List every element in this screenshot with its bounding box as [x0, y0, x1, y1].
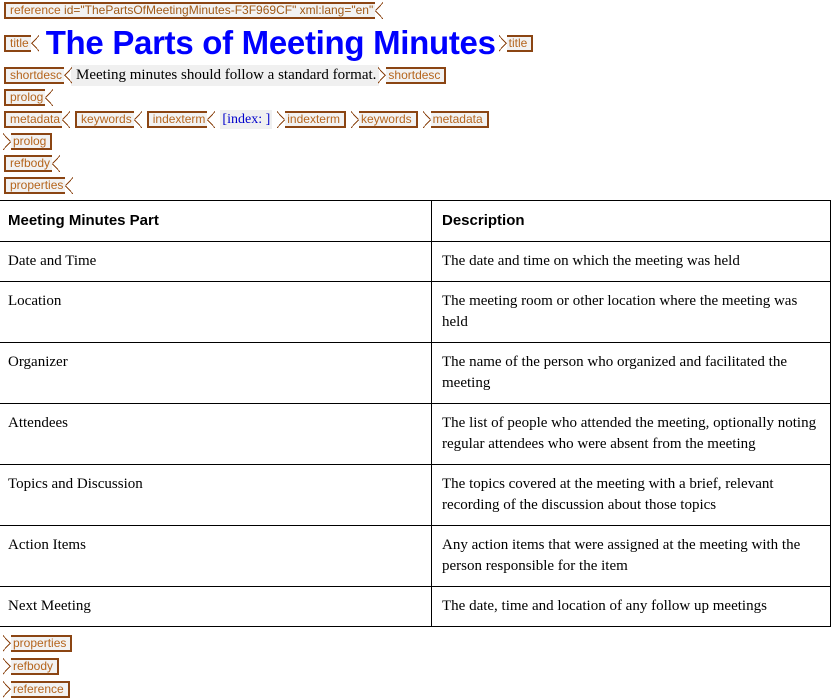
tag-arrow-icon [64, 68, 72, 82]
metadata-open-tag[interactable]: metadata [4, 111, 71, 128]
indexterm-open-tag-label: indexterm [152, 112, 206, 126]
properties-close-tag[interactable]: properties [2, 634, 73, 652]
cell-description[interactable]: The topics covered at the meeting with a… [431, 464, 831, 526]
reference-open-tag-row: reference id="ThePartsOfMeetingMinutes-F… [0, 0, 835, 21]
table-row: Next Meeting The date, time and location… [0, 586, 831, 627]
metadata-close-tag-label: metadata [432, 112, 483, 126]
table-row: Location The meeting room or other locat… [0, 281, 831, 343]
title-close-tag-label: title [508, 35, 528, 50]
reference-close-tag-label: reference [13, 681, 64, 696]
table-row: Organizer The name of the person who org… [0, 342, 831, 404]
tag-arrow-icon [65, 179, 73, 192]
title-close-tag[interactable]: title [498, 34, 534, 52]
cell-part[interactable]: Organizer [0, 342, 432, 404]
prolog-open-tag[interactable]: prolog [4, 89, 54, 106]
cell-part[interactable]: Date and Time [0, 241, 432, 282]
cell-part[interactable]: Location [0, 281, 432, 343]
index-marker-text[interactable]: [index: ] [220, 110, 273, 129]
tag-arrow-icon [62, 113, 70, 126]
indexterm-open-tag[interactable]: indexterm [146, 111, 216, 128]
refbody-close-tag-row: refbody [0, 655, 835, 677]
closing-tags-group: properties refbody reference [0, 632, 835, 700]
indexterm-close-tag-label: indexterm [287, 112, 340, 126]
reference-tag-label: reference [10, 3, 61, 17]
tag-arrow-icon [375, 4, 383, 17]
properties-close-tag-row: properties [0, 632, 835, 654]
cell-part[interactable]: Topics and Discussion [0, 464, 432, 526]
prolog-open-tag-label: prolog [10, 90, 44, 104]
keywords-open-tag-label: keywords [81, 112, 132, 126]
cell-description[interactable]: The date, time and location of any follo… [431, 586, 831, 627]
cell-description[interactable]: The date and time on which the meeting w… [431, 241, 831, 282]
reference-close-tag[interactable]: reference [3, 680, 70, 698]
table-row: Date and Time The date and time on which… [0, 241, 831, 282]
metadata-row: metadata keywords indexterm [index: ] in… [0, 109, 835, 130]
prolog-close-tag-label: prolog [13, 134, 47, 148]
metadata-close-tag[interactable]: metadata [422, 111, 489, 128]
title-open-tag-label: title [10, 35, 29, 50]
metadata-open-tag-label: metadata [10, 112, 61, 126]
table-row: Action Items Any action items that were … [0, 525, 831, 587]
properties-open-tag[interactable]: properties [4, 177, 74, 194]
tag-arrow-icon [207, 113, 215, 126]
reference-tag-attributes: id="ThePartsOfMeetingMinutes-F3F969CF" x… [64, 3, 374, 17]
table-header-row: Meeting Minutes Part Description [0, 200, 831, 242]
column-header-part: Meeting Minutes Part [0, 200, 432, 242]
title-open-tag[interactable]: title [4, 34, 39, 52]
prolog-close-tag[interactable]: prolog [2, 133, 53, 150]
indexterm-close-tag[interactable]: indexterm [277, 111, 346, 128]
table-row: Attendees The list of people who attende… [0, 403, 831, 465]
shortdesc-row: shortdesc Meeting minutes should follow … [0, 64, 835, 86]
keywords-close-tag-label: keywords [360, 112, 412, 126]
keywords-close-tag[interactable]: keywords [350, 111, 418, 128]
cell-part[interactable]: Attendees [0, 403, 432, 465]
refbody-open-tag-row: refbody [0, 153, 835, 174]
tag-arrow-icon [52, 157, 60, 170]
page-title: The Parts of Meeting Minutes [45, 24, 496, 61]
tag-arrow-icon [30, 36, 38, 50]
tag-arrow-icon [133, 113, 141, 126]
shortdesc-close-tag[interactable]: shortdesc [378, 66, 447, 84]
cell-part[interactable]: Next Meeting [0, 586, 432, 627]
properties-open-tag-row: properties [0, 175, 835, 196]
cell-description[interactable]: The list of people who attended the meet… [431, 403, 831, 465]
cell-description[interactable]: The name of the person who organized and… [431, 342, 831, 404]
table-row: Topics and Discussion The topics covered… [0, 464, 831, 526]
reference-close-tag-row: reference [0, 678, 835, 700]
tag-arrow-icon [45, 91, 53, 104]
refbody-close-tag-label: refbody [13, 658, 54, 673]
shortdesc-open-tag[interactable]: shortdesc [4, 66, 73, 84]
shortdesc-open-tag-label: shortdesc [10, 67, 63, 82]
prolog-open-tag-row: prolog [0, 87, 835, 108]
cell-part[interactable]: Action Items [0, 525, 432, 587]
properties-table: Meeting Minutes Part Description Date an… [0, 200, 831, 627]
properties-close-tag-label: properties [13, 635, 67, 650]
prolog-close-tag-row: prolog [0, 131, 835, 152]
refbody-open-tag-label: refbody [10, 156, 51, 170]
cell-description[interactable]: Any action items that were assigned at t… [431, 525, 831, 587]
keywords-open-tag[interactable]: keywords [75, 111, 142, 128]
table-body: Date and Time The date and time on which… [0, 241, 831, 627]
cell-description[interactable]: The meeting room or other location where… [431, 281, 831, 343]
column-header-description: Description [431, 200, 831, 242]
title-row: title The Parts of Meeting Minutes title [0, 22, 835, 64]
properties-open-tag-label: properties [10, 178, 64, 192]
refbody-open-tag[interactable]: refbody [4, 155, 61, 172]
reference-open-tag[interactable]: reference id="ThePartsOfMeetingMinutes-F… [4, 2, 384, 19]
refbody-close-tag[interactable]: refbody [2, 657, 60, 675]
shortdesc-close-tag-label: shortdesc [388, 67, 441, 82]
shortdesc-text[interactable]: Meeting minutes should follow a standard… [71, 64, 380, 86]
